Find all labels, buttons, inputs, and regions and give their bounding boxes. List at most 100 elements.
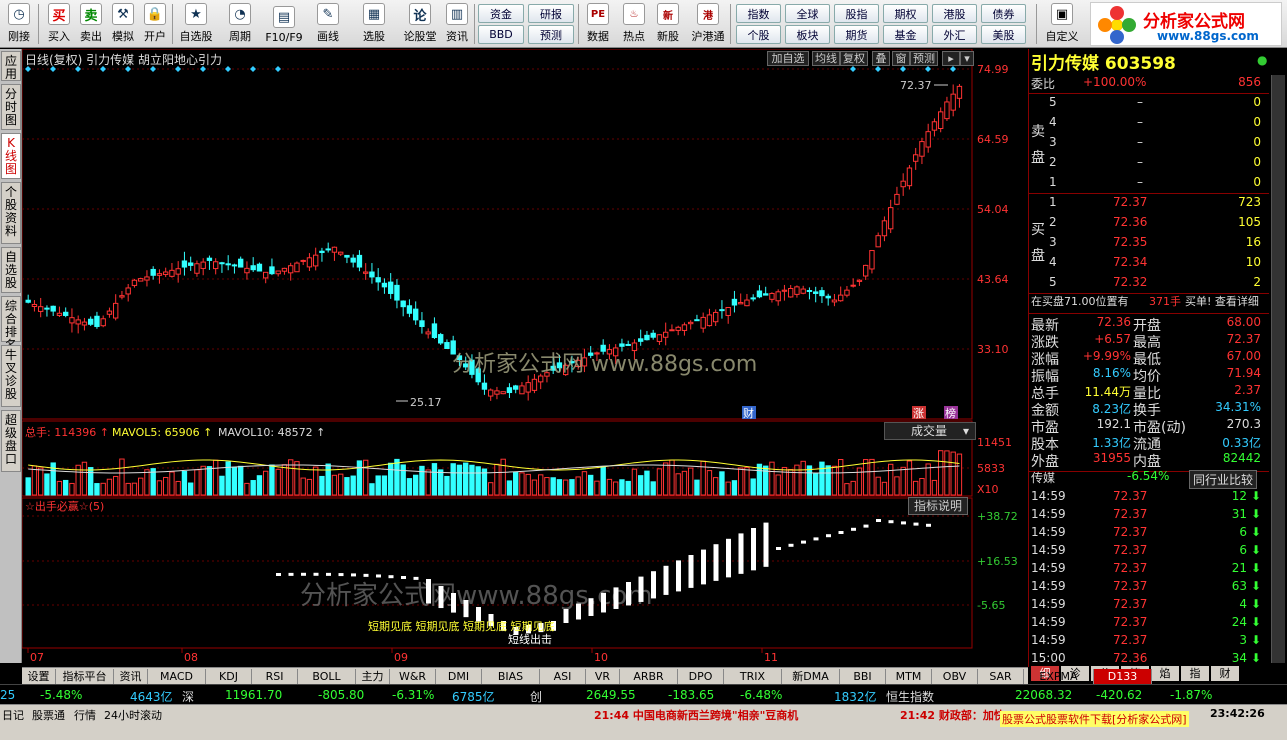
chart-tool-叠[interactable]: 叠 xyxy=(872,51,890,66)
indicator-tab-主力[interactable]: 主力 xyxy=(356,669,390,684)
indicator-help-button[interactable]: 指标说明 xyxy=(908,497,968,515)
F10/F9-toolbar-button[interactable]: ▤ F10/F9 xyxy=(262,2,306,46)
kline-chart-area[interactable]: 74.99 64.59 54.04 43.64 33.10 11451 5833 X10 +38… xyxy=(21,48,1028,667)
market-button-外汇[interactable]: 外汇 xyxy=(932,25,977,44)
expand-arrow-icon[interactable]: ▸ xyxy=(942,51,960,66)
grid-button-资金[interactable]: 资金 xyxy=(478,4,524,23)
卖出-toolbar-button[interactable]: 卖卖出 xyxy=(76,2,106,46)
买入-toolbar-button[interactable]: 买买入 xyxy=(44,2,74,46)
周期-toolbar-button[interactable]: ◔ 周期 xyxy=(220,2,260,46)
market-button-港股[interactable]: 港股 xyxy=(932,4,977,23)
indicator-tab-设置[interactable]: 设置 xyxy=(22,669,56,684)
status-item-股票通[interactable]: 股票通 xyxy=(32,707,65,723)
刚接-toolbar-button[interactable]: ◷ 刚接 xyxy=(2,2,36,46)
选股-toolbar-button[interactable]: ▦ 选股 xyxy=(354,2,394,46)
custom-toolbar-button[interactable]: ▣ 自定义 xyxy=(1040,2,1084,46)
indicator-tab-新DMA[interactable]: 新DMA xyxy=(782,669,840,684)
画线-toolbar-button[interactable]: ✎ 画线 xyxy=(308,2,348,46)
left-tab-综合排名[interactable]: 综合排名 xyxy=(1,296,21,352)
indicator-tab-指标平台[interactable]: 指标平台 xyxy=(56,669,114,684)
数据-toolbar-button[interactable]: PE 数据 xyxy=(582,2,614,46)
market-button-美股[interactable]: 美股 xyxy=(981,25,1026,44)
indicator-tab-D133[interactable]: D133 xyxy=(1094,669,1152,684)
indicator-tab-ASI[interactable]: ASI xyxy=(540,669,586,684)
event-badge[interactable]: 榜 xyxy=(944,406,958,420)
资讯-toolbar-button[interactable]: ▥ 资讯 xyxy=(442,2,472,46)
indicator-tab-OBV[interactable]: OBV xyxy=(932,669,978,684)
indicator-tab-RSI[interactable]: RSI xyxy=(252,669,298,684)
chart-tool-预测[interactable]: 预测 xyxy=(910,51,938,66)
market-button-指数[interactable]: 指数 xyxy=(736,4,781,23)
event-badge[interactable]: 财 xyxy=(742,406,756,420)
论股堂-toolbar-button[interactable]: 论论股堂 xyxy=(398,2,442,46)
buy-icon: 买 xyxy=(48,3,70,25)
status-item-日记[interactable]: 日记 xyxy=(2,707,24,723)
left-tab-个股资料[interactable]: 个股资料 xyxy=(1,182,21,244)
left-tab-超级盘口[interactable]: 超级盘口 xyxy=(1,410,21,472)
chevron-down-icon[interactable]: ▾ xyxy=(960,51,974,66)
indicator-tab-BOLL[interactable]: BOLL xyxy=(298,669,356,684)
indicator-tab-SAR[interactable]: SAR xyxy=(978,669,1024,684)
indicator-tab-ARBR[interactable]: ARBR xyxy=(620,669,678,684)
candle xyxy=(156,269,163,284)
news-headline-2[interactable]: 21:42 财政部：加快 xyxy=(900,707,1005,723)
chart-tool-加自选[interactable]: 加自选 xyxy=(767,51,809,66)
market-button-期货[interactable]: 期货 xyxy=(834,25,879,44)
left-tab-应用[interactable]: 应用 xyxy=(1,51,21,81)
left-tab-分时图[interactable]: 分时图 xyxy=(1,84,21,130)
chart-tool-复权[interactable]: 复权 xyxy=(840,51,868,66)
indicator-tab-DMI[interactable]: DMI xyxy=(436,669,482,684)
panel-scrollbar[interactable] xyxy=(1271,75,1285,663)
news-headline-1[interactable]: 21:44 中国电商新西兰跨境"相亲"豆商机 xyxy=(594,707,798,723)
vol-select[interactable]: 成交量 ▾ xyxy=(884,422,976,440)
market-button-基金[interactable]: 基金 xyxy=(883,25,928,44)
indicator-tab-DPO[interactable]: DPO xyxy=(678,669,724,684)
quote-tab-指[interactable]: 指 xyxy=(1181,666,1209,681)
chart-tool-窗[interactable]: 窗 xyxy=(892,51,910,66)
watermark-text: 分析家公式网 www.88gs.com xyxy=(452,352,757,377)
indicator-tab-BBI[interactable]: BBI xyxy=(840,669,886,684)
自选股-toolbar-button[interactable]: ★ 自选股 xyxy=(176,2,216,46)
left-tab-自选股[interactable]: 自选股 xyxy=(1,247,21,293)
kline-chart-svg[interactable]: 74.99 64.59 54.04 43.64 33.10 11451 5833 X10 +38… xyxy=(21,48,1028,667)
left-tab-K线图[interactable]: K线图 xyxy=(1,133,21,179)
ind-axis-label: +38.72 xyxy=(977,510,1018,523)
新股-toolbar-button[interactable]: 新新股 xyxy=(652,2,684,46)
开户-toolbar-button[interactable]: 🔒 开户 xyxy=(140,2,170,46)
globe-icon[interactable]: ● xyxy=(1257,53,1267,67)
quote-tab-财[interactable]: 财 xyxy=(1211,666,1239,681)
status-item-24小时滚动[interactable]: 24小时滚动 xyxy=(104,707,162,723)
pe-icon: PE xyxy=(587,3,609,25)
chart-tool-均线[interactable]: 均线 xyxy=(812,51,840,66)
indicator-tab-VR[interactable]: VR xyxy=(586,669,620,684)
market-button-全球[interactable]: 全球 xyxy=(785,4,830,23)
order-note-link[interactable]: 买单! 查看详细 xyxy=(1185,293,1259,309)
market-button-板块[interactable]: 板块 xyxy=(785,25,830,44)
market-button-债券[interactable]: 债券 xyxy=(981,4,1026,23)
indicator-tab-TRIX[interactable]: TRIX xyxy=(724,669,782,684)
indicator-tab-KDJ[interactable]: KDJ xyxy=(206,669,252,684)
indicator-tab-BIAS[interactable]: BIAS xyxy=(482,669,540,684)
indicator-bar xyxy=(563,609,569,623)
industry-compare-button[interactable]: 同行业比较 xyxy=(1189,470,1258,489)
indicator-tab-资讯[interactable]: 资讯 xyxy=(114,669,148,684)
indicator-tab-W&R[interactable]: W&R xyxy=(390,669,436,684)
grid-button-BBD[interactable]: BBD xyxy=(478,25,524,44)
热点-toolbar-button[interactable]: ♨ 热点 xyxy=(618,2,650,46)
沪港通-toolbar-button[interactable]: 港沪港通 xyxy=(688,2,728,46)
event-badge[interactable]: 涨 xyxy=(912,406,926,420)
grid-button-预测[interactable]: 预测 xyxy=(528,25,574,44)
quote-tab-焰[interactable]: 焰 xyxy=(1151,666,1179,681)
indicator-tab-MTM[interactable]: MTM xyxy=(886,669,932,684)
market-button-个股[interactable]: 个股 xyxy=(736,25,781,44)
market-button-期权[interactable]: 期权 xyxy=(883,4,928,23)
grid-button-研报[interactable]: 研报 xyxy=(528,4,574,23)
footer-link[interactable]: 股票公式股票软件下载[分析家公式网] xyxy=(1000,711,1189,727)
模拟-toolbar-button[interactable]: ⚒ 模拟 xyxy=(108,2,138,46)
indicator-tab-EXPMA[interactable]: EXPMA xyxy=(1024,669,1094,684)
status-item-行情[interactable]: 行情 xyxy=(74,707,96,723)
market-button-股指[interactable]: 股指 xyxy=(834,4,879,23)
indicator-tab-MACD[interactable]: MACD xyxy=(148,669,206,684)
left-tab-牛叉诊股[interactable]: 牛叉诊股 xyxy=(1,345,21,407)
stat-value-2: 0.33亿 xyxy=(1222,436,1261,450)
